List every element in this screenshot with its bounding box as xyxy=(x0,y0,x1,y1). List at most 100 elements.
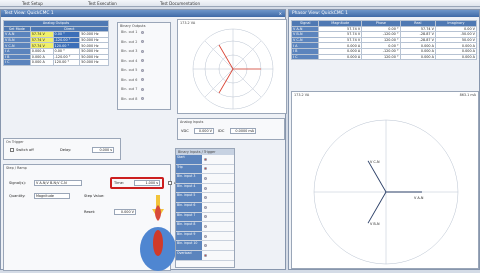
time-highlight-box: Time: 1.000 s xyxy=(110,177,164,189)
vdc-label: VDC xyxy=(181,129,189,133)
binary-output-item[interactable]: Bin. out 3 xyxy=(121,49,167,59)
binary-output-label: Bin. out 1 xyxy=(121,30,138,34)
analog-outputs-table: Analog Outputs Set Mode Direct V A-N 57.74… xyxy=(3,20,110,66)
reset-input[interactable]: 0.000 V xyxy=(114,209,136,215)
phase-cell[interactable]: 120.00 ° xyxy=(52,59,81,66)
phasor-svg: V A-N V B-N V C-N xyxy=(313,119,459,265)
phasor-vector-label: V B-N xyxy=(370,222,380,226)
auto-step-checkbox[interactable] xyxy=(168,181,172,185)
binary-output-label: Bin. out 3 xyxy=(121,49,138,53)
time-label: Time: xyxy=(114,181,125,185)
close-icon[interactable]: ✕ xyxy=(279,11,282,16)
binary-input-row[interactable]: Bin. input 8 xyxy=(176,222,234,232)
binary-output-led-icon xyxy=(141,49,145,53)
switch-off-checkbox[interactable] xyxy=(10,148,14,152)
binary-output-led-icon xyxy=(141,68,145,72)
ramp-illustration xyxy=(140,195,176,271)
binary-output-label: Bin. out 4 xyxy=(121,58,138,63)
binary-output-label: Bin. out 7 xyxy=(121,87,138,91)
quantity-select[interactable]: Magnitude xyxy=(34,193,70,199)
binary-input-row[interactable]: Bin. input 6 xyxy=(176,202,234,213)
binary-output-item[interactable]: Bin. out 2 xyxy=(121,40,167,50)
binary-input-led-icon xyxy=(204,205,207,209)
binary-output-led-icon xyxy=(141,40,145,43)
phasor-vector-label: V C-N xyxy=(370,160,380,164)
tab-test-setup[interactable]: Test Setup xyxy=(22,1,43,6)
binary-input-led-icon xyxy=(204,253,207,257)
binary-input-row[interactable]: Bin. input 3 xyxy=(176,174,234,184)
binary-input-led-icon xyxy=(204,234,207,238)
step-value-label: Step Value: xyxy=(84,194,105,198)
test-view-window: Test View: QuickCMC 1 ✕ Analog Outputs S… xyxy=(0,9,287,271)
vector-scale-label: 173.2 VA xyxy=(180,21,196,25)
phasor-diagram: 173.2 VA 863.1 mA V A-N V B-N V C-N xyxy=(291,91,479,269)
switch-off-label: Switch off xyxy=(16,148,34,152)
analog-inputs-title: Analog Inputs xyxy=(180,120,204,124)
binary-output-item[interactable]: Bin. out 8 xyxy=(121,97,167,107)
binary-input-row[interactable]: Trip xyxy=(176,164,234,175)
binary-input-row[interactable]: Bin. input 10 xyxy=(176,241,234,251)
test-view-title: Test View: QuickCMC 1 xyxy=(1,10,285,17)
phasor-table-cell: 0.000 A xyxy=(399,53,436,61)
binary-input-row[interactable]: Bin. input 5 xyxy=(176,193,234,203)
vector-diagram-small: 173.2 VA xyxy=(177,19,287,114)
binary-input-led-icon xyxy=(204,167,207,171)
delay-label: Delay: xyxy=(60,148,72,152)
row-label[interactable]: I C xyxy=(3,59,31,66)
binary-input-led-icon xyxy=(204,176,207,180)
phasor-vector-label: V A-N xyxy=(414,196,424,200)
binary-output-item[interactable]: Bin. out 6 xyxy=(121,78,167,88)
binary-input-led-icon xyxy=(204,196,207,200)
delay-input[interactable]: 0.000 s xyxy=(92,147,114,153)
phasor-table-cell: 120.00 ° xyxy=(361,53,401,61)
tab-test-execution[interactable]: Test Execution xyxy=(88,1,117,6)
binary-output-item[interactable]: Bin. out 1 xyxy=(121,30,167,40)
binary-input-row[interactable]: Start xyxy=(176,155,234,165)
binary-output-item[interactable]: Bin. out 5 xyxy=(121,68,167,78)
binary-input-label: Bin. input 6 xyxy=(176,202,202,212)
analog-inputs-group: Analog Inputs VDC 0.000 V IDC 0.0000 mA xyxy=(177,118,285,140)
phasor-table-row: I C 0.000 A 120.00 ° 0.000 A 0.000 A xyxy=(290,53,478,61)
binary-input-label: Bin. input 8 xyxy=(176,222,202,231)
binary-input-led-icon xyxy=(204,186,207,190)
binary-inputs-group: Binary Inputs / Trigger Start Trip Bin. in… xyxy=(175,148,235,268)
phasor-table-cell: 0.000 A xyxy=(318,53,363,61)
binary-input-row[interactable]: Bin. input 9 xyxy=(176,231,234,242)
binary-input-label: Overload xyxy=(176,250,202,260)
idc-value: 0.0000 mA xyxy=(230,128,256,134)
binary-output-item[interactable]: Bin. out 4 xyxy=(121,59,167,69)
binary-input-row[interactable]: Bin. input 4 xyxy=(176,183,234,194)
phasor-voltage-scale: 173.2 VA xyxy=(294,93,310,97)
binary-input-label: Start xyxy=(176,155,202,164)
magnitude-cell[interactable]: 0.000 A xyxy=(29,59,54,66)
frequency-cell[interactable]: 50.000 Hz xyxy=(79,59,109,66)
binary-input-row[interactable]: Overload xyxy=(176,250,234,261)
vdc-value: 0.000 V xyxy=(194,128,214,134)
binary-input-led-icon xyxy=(204,215,207,219)
step-ramp-title: Step / Ramp xyxy=(6,166,27,170)
binary-input-led-icon xyxy=(204,157,207,161)
signal-select[interactable]: V A-N;V B-N;V C-N xyxy=(34,180,82,186)
binary-output-label: Bin. out 5 xyxy=(121,68,138,72)
binary-input-label: Bin. input 7 xyxy=(176,212,202,222)
reset-label: Reset: xyxy=(84,210,96,214)
phasor-vector xyxy=(367,191,387,224)
phasor-table-cell: I C xyxy=(290,53,320,61)
tab-test-documentation[interactable]: Test Documentation xyxy=(160,1,200,6)
phasor-view-title: Phasor View: QuickCMC 1 xyxy=(289,10,479,17)
binary-output-led-icon xyxy=(141,59,145,62)
analog-output-row[interactable]: I C 0.000 A 120.00 ° 50.000 Hz xyxy=(3,59,109,66)
phasor-view-window: Phasor View: QuickCMC 1 Signal Magnitude P… xyxy=(288,9,480,270)
binary-output-item[interactable]: Bin. out 7 xyxy=(121,87,167,97)
quantity-label: Quantity: xyxy=(9,194,26,198)
binary-output-led-icon xyxy=(141,78,145,81)
time-input[interactable]: 1.000 s xyxy=(134,180,160,186)
binary-input-label: Trip xyxy=(176,164,202,174)
phasor-current-scale: 863.1 mA xyxy=(459,93,476,97)
binary-input-label: Bin. input 10 xyxy=(176,241,202,250)
on-trigger-group: On Trigger Switch off Delay: 0.000 s xyxy=(3,138,121,160)
binary-outputs-group: Binary Outputs Bin. out 1 Bin. out 2 Bin. … xyxy=(117,22,171,110)
phasor-table-cell: 0.000 A xyxy=(434,53,478,61)
binary-output-led-icon xyxy=(141,97,145,100)
binary-input-row[interactable]: Bin. input 7 xyxy=(176,212,234,223)
